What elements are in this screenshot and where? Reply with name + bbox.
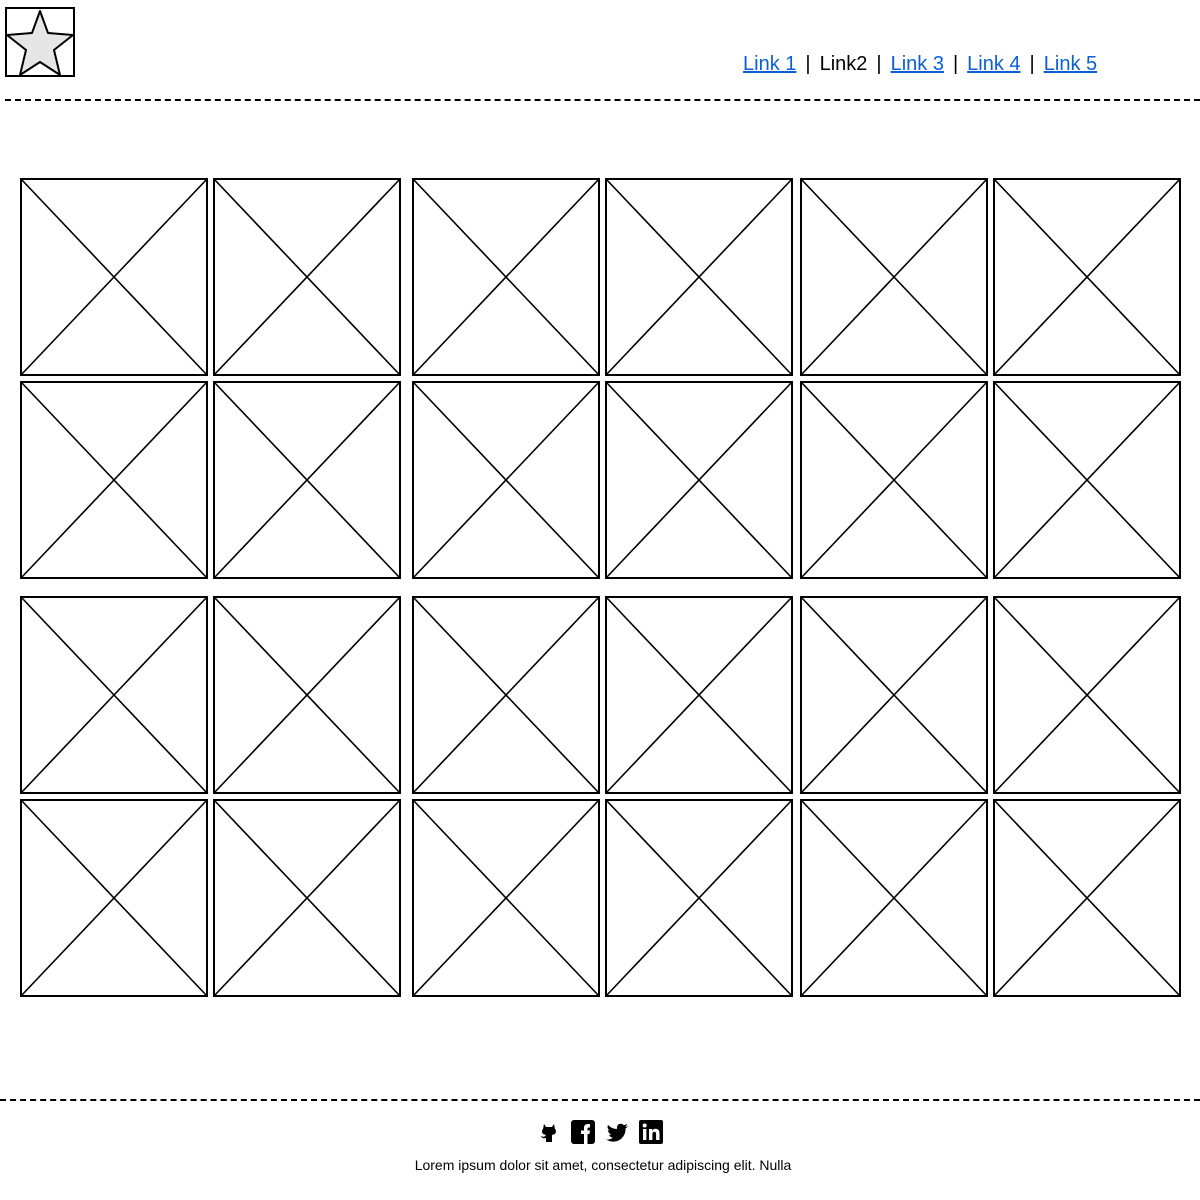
- image-placeholder-icon: [605, 381, 793, 579]
- nav-link-2[interactable]: Link2: [820, 53, 868, 75]
- image-placeholder[interactable]: [20, 381, 208, 579]
- image-placeholder-icon: [800, 178, 988, 376]
- image-placeholder[interactable]: [213, 381, 401, 579]
- image-placeholder-icon: [605, 799, 793, 997]
- image-placeholder-icon: [213, 596, 401, 794]
- nav-separator: |: [805, 53, 811, 75]
- star-icon: [7, 10, 73, 75]
- image-placeholder[interactable]: [412, 178, 600, 376]
- nav-link-1[interactable]: Link 1: [743, 53, 796, 75]
- image-placeholder-icon: [605, 178, 793, 376]
- nav-separator: |: [876, 53, 882, 75]
- image-placeholder-icon: [213, 178, 401, 376]
- image-placeholder[interactable]: [800, 381, 988, 579]
- nav-separator: |: [952, 53, 959, 75]
- image-placeholder-icon: [993, 381, 1181, 579]
- image-placeholder[interactable]: [20, 799, 208, 997]
- image-placeholder-icon: [20, 178, 208, 376]
- image-placeholder[interactable]: [412, 596, 600, 794]
- nav-link-5[interactable]: Link 5: [1044, 53, 1097, 75]
- image-placeholder[interactable]: [605, 178, 793, 376]
- image-placeholder-icon: [993, 596, 1181, 794]
- image-placeholder[interactable]: [213, 799, 401, 997]
- image-placeholder[interactable]: [993, 381, 1181, 579]
- image-placeholder-icon: [20, 799, 208, 997]
- nav-link-4[interactable]: Link 4: [967, 53, 1020, 75]
- linkedin-icon[interactable]: [639, 1120, 663, 1144]
- image-placeholder[interactable]: [20, 596, 208, 794]
- image-placeholder-icon: [20, 381, 208, 579]
- image-placeholder-icon: [412, 596, 600, 794]
- nav-link-3[interactable]: Link 3: [891, 53, 944, 75]
- logo[interactable]: [5, 7, 75, 77]
- image-placeholder[interactable]: [213, 178, 401, 376]
- image-placeholder-icon: [213, 799, 401, 997]
- image-placeholder-icon: [800, 596, 988, 794]
- main-nav: Link 1 | Link2 | Link 3 | Link 4 | Link 5: [743, 52, 1097, 76]
- image-placeholder[interactable]: [412, 799, 600, 997]
- image-placeholder[interactable]: [213, 596, 401, 794]
- image-placeholder[interactable]: [412, 381, 600, 579]
- twitter-icon[interactable]: [605, 1120, 629, 1144]
- nav-separator: |: [1029, 53, 1035, 75]
- footer-text: Lorem ipsum dolor sit amet, consectetur …: [414, 1157, 792, 1173]
- social-links: [0, 1120, 1200, 1144]
- image-placeholder-icon: [20, 596, 208, 794]
- image-placeholder[interactable]: [605, 596, 793, 794]
- image-placeholder[interactable]: [605, 381, 793, 579]
- image-placeholder-icon: [412, 178, 600, 376]
- image-placeholder-icon: [605, 596, 793, 794]
- header-divider: [5, 99, 1200, 101]
- facebook-icon[interactable]: [571, 1120, 595, 1144]
- image-placeholder[interactable]: [20, 178, 208, 376]
- image-placeholder-icon: [213, 381, 401, 579]
- github-icon[interactable]: [537, 1120, 561, 1144]
- image-placeholder-icon: [800, 381, 988, 579]
- image-placeholder[interactable]: [993, 596, 1181, 794]
- image-placeholder-icon: [412, 799, 600, 997]
- image-placeholder-icon: [993, 799, 1181, 997]
- image-placeholder-icon: [800, 799, 988, 997]
- image-placeholder-icon: [412, 381, 600, 579]
- footer-divider: [0, 1099, 1200, 1101]
- image-placeholder[interactable]: [993, 799, 1181, 997]
- image-placeholder[interactable]: [993, 178, 1181, 376]
- image-placeholder-icon: [993, 178, 1181, 376]
- image-placeholder[interactable]: [800, 799, 988, 997]
- image-placeholder[interactable]: [800, 178, 988, 376]
- image-placeholder[interactable]: [800, 596, 988, 794]
- image-placeholder[interactable]: [605, 799, 793, 997]
